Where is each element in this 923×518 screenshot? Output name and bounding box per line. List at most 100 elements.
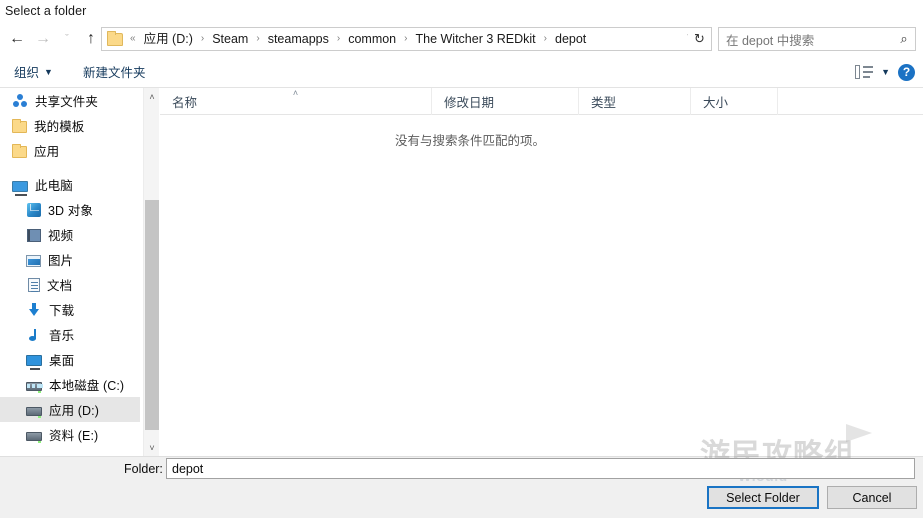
column-header-label: 名称: [172, 95, 198, 110]
breadcrumb-item-drive[interactable]: 应用 (D:): [139, 28, 198, 50]
scroll-up-icon[interactable]: ˄: [144, 88, 160, 105]
address-bar[interactable]: « 应用 (D:) › Steam › steamapps › common ›…: [101, 27, 701, 51]
sidebar-item-label: 图片: [48, 254, 74, 268]
sidebar-item-label: 桌面: [49, 354, 75, 368]
breadcrumb-separator-icon: ›: [256, 33, 260, 44]
sidebar-item-my-templates[interactable]: 我的模板: [0, 113, 140, 138]
music-icon: [26, 327, 42, 343]
sidebar-item-label: 应用: [34, 145, 60, 159]
sidebar-item-pictures[interactable]: 图片: [0, 247, 140, 272]
downloads-icon: [26, 302, 42, 318]
sidebar-item-label: 下载: [49, 304, 75, 318]
breadcrumb-separator-icon: ›: [543, 33, 547, 44]
scroll-down-icon[interactable]: ˅: [144, 439, 160, 456]
sidebar-item-label: 文档: [47, 279, 73, 293]
sidebar-item-label: 视频: [48, 229, 74, 243]
sidebar-item-desktop[interactable]: 桌面: [0, 347, 140, 372]
sidebar-item-this-pc[interactable]: 此电脑: [0, 172, 140, 197]
sidebar-divider: [0, 163, 140, 172]
desktop-icon: [26, 355, 42, 370]
folder-icon: [12, 144, 27, 158]
navigation-pane-scrollbar[interactable]: ˄ ˅: [143, 88, 159, 456]
sidebar-item-partial[interactable]: [0, 447, 140, 456]
sidebar-item-videos[interactable]: 视频: [0, 222, 140, 247]
file-list-pane[interactable]: ˄ 名称 修改日期 类型 大小 没有与搜索条件匹配的项。: [160, 87, 923, 456]
sidebar-item-local-disk-c[interactable]: 本地磁盘 (C:): [0, 372, 140, 397]
column-header-type[interactable]: 类型: [579, 87, 691, 115]
forward-button-icon[interactable]: →: [30, 26, 56, 52]
refresh-icon[interactable]: ↻: [688, 27, 712, 51]
sidebar-item-documents[interactable]: 文档: [0, 272, 140, 297]
sidebar-item-label: 共享文件夹: [35, 95, 99, 109]
share-icon: [12, 93, 28, 109]
help-icon[interactable]: ?: [898, 63, 915, 81]
sidebar-item-apps[interactable]: 应用: [0, 138, 140, 163]
breadcrumb-item-steamapps[interactable]: steamapps: [263, 28, 334, 50]
breadcrumb-item-witcher3-redkit[interactable]: The Witcher 3 REDkit: [410, 28, 540, 50]
cancel-button[interactable]: Cancel: [827, 486, 917, 509]
sidebar-item-label: 资料 (E:): [49, 429, 99, 443]
column-header-label: 大小: [703, 95, 729, 110]
pictures-icon: [26, 254, 41, 267]
drive-icon: [26, 407, 42, 418]
empty-list-message: 没有与搜索条件匹配的项。: [394, 134, 545, 148]
search-icon: ⌕: [900, 31, 908, 46]
drive-icon: [26, 432, 42, 443]
breadcrumb-prefix-icon: «: [130, 33, 136, 44]
column-header-size[interactable]: 大小: [691, 87, 778, 115]
toolbar-right-group: ▼ ?: [855, 56, 915, 88]
select-folder-dialog: Select a folder ← → ˇ ↑ « 应用 (D:) › Stea…: [0, 0, 923, 518]
view-mode-chevron-down-icon[interactable]: ▼: [881, 67, 890, 77]
dialog-titlebar: Select a folder: [0, 0, 923, 22]
sidebar-item-label: 此电脑: [35, 179, 73, 193]
folder-name-value: depot: [172, 461, 204, 476]
breadcrumb-item-depot[interactable]: depot: [550, 28, 591, 50]
sidebar-item-downloads[interactable]: 下载: [0, 297, 140, 322]
back-button-icon[interactable]: ←: [4, 26, 30, 52]
breadcrumb-item-common[interactable]: common: [343, 28, 401, 50]
video-icon: [27, 229, 41, 242]
dialog-title: Select a folder: [5, 4, 87, 18]
3d-objects-icon: [27, 203, 41, 217]
breadcrumb-separator-icon: ›: [200, 33, 205, 44]
column-headers: ˄ 名称 修改日期 类型 大小: [160, 87, 923, 115]
sidebar-item-label: 我的模板: [34, 120, 85, 134]
sidebar-item-label: 3D 对象: [48, 204, 93, 218]
organize-label: 组织: [14, 66, 40, 80]
folder-icon: [12, 119, 27, 133]
search-input[interactable]: 在 depot 中搜索 ⌕: [718, 27, 916, 51]
column-header-name[interactable]: ˄ 名称: [160, 87, 432, 115]
sort-ascending-icon: ˄: [292, 87, 299, 98]
folder-name-input[interactable]: depot: [166, 458, 915, 479]
sidebar-item-label: 应用 (D:): [49, 404, 99, 418]
scrollbar-thumb[interactable]: [145, 200, 159, 430]
sidebar-item-3d-objects[interactable]: 3D 对象: [0, 197, 140, 222]
sidebar-item-apps-drive-d[interactable]: 应用 (D:): [0, 397, 140, 422]
sidebar-item-shared-folders[interactable]: 共享文件夹: [0, 88, 140, 113]
documents-icon: [28, 278, 40, 292]
navigation-pane: 共享文件夹 我的模板 应用 此电脑 3D 对象 视频 图片 文档 下载 音乐 桌…: [0, 88, 140, 456]
breadcrumb-separator-icon: ›: [404, 33, 408, 44]
folder-field-label: Folder:: [124, 462, 163, 476]
new-folder-label: 新建文件夹: [82, 66, 146, 80]
organize-button[interactable]: 组织 ▼: [8, 59, 59, 85]
breadcrumb-item-steam[interactable]: Steam: [207, 28, 253, 50]
drive-icon: [26, 382, 43, 393]
sidebar-item-label: 音乐: [49, 329, 75, 343]
recent-locations-chevron-down-icon[interactable]: ˇ: [56, 26, 78, 52]
new-folder-button[interactable]: 新建文件夹: [77, 59, 152, 85]
breadcrumb-separator-icon: ›: [336, 33, 341, 44]
command-toolbar: 组织 ▼ 新建文件夹 ▼ ?: [0, 56, 923, 88]
sidebar-item-music[interactable]: 音乐: [0, 322, 140, 347]
sidebar-item-data-drive-e[interactable]: 资料 (E:): [0, 422, 140, 447]
column-header-date-modified[interactable]: 修改日期: [432, 87, 579, 115]
search-placeholder: 在 depot 中搜索: [726, 33, 815, 48]
column-header-label: 类型: [591, 95, 617, 110]
folder-icon: [107, 30, 123, 46]
view-mode-icon[interactable]: [855, 65, 874, 79]
breadcrumb: « 应用 (D:) › Steam › steamapps › common ›…: [127, 28, 678, 50]
column-header-label: 修改日期: [444, 95, 495, 110]
select-folder-button[interactable]: Select Folder: [707, 486, 819, 509]
sidebar-item-label: 本地磁盘 (C:): [49, 379, 125, 393]
chevron-down-icon: ▼: [44, 66, 53, 77]
